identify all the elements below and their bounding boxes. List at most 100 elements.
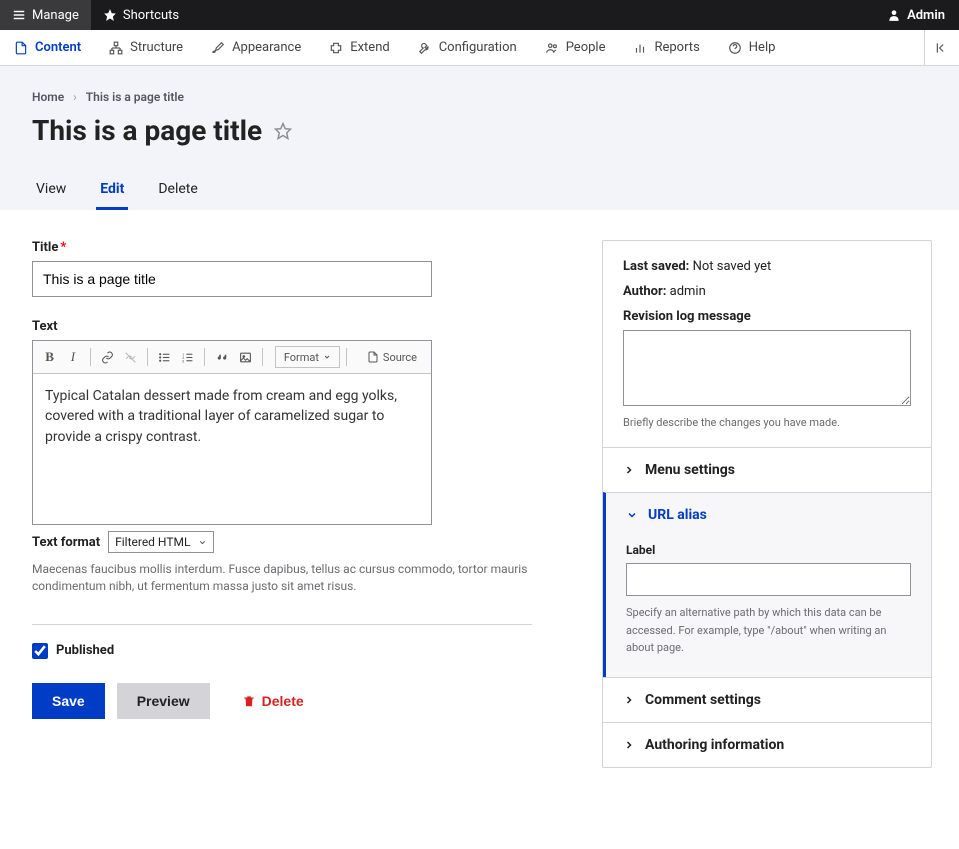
toolbar-bullet-list-button[interactable] (154, 345, 175, 369)
adminbar-configuration[interactable]: Configuration (404, 30, 531, 65)
source-icon (367, 351, 379, 363)
revision-textarea[interactable] (623, 330, 911, 406)
adminbar-structure[interactable]: Structure (95, 30, 197, 65)
published-checkbox-row[interactable]: Published (32, 643, 562, 659)
blockquote-icon (216, 351, 229, 364)
form-divider (32, 624, 532, 625)
adminbar: Content Structure Appearance Extend Conf… (0, 30, 959, 66)
accordion-authoring-info: Authoring information (603, 722, 931, 767)
wysiwyg-editor: B I 123 (32, 340, 432, 525)
add-to-shortcuts-button[interactable] (274, 122, 292, 140)
star-outline-icon (274, 122, 292, 140)
adminbar-configuration-label: Configuration (439, 40, 517, 55)
topbar-user[interactable]: Admin (873, 8, 959, 23)
accordion-url-alias-body: Label Specify an alternative path by whi… (606, 537, 931, 677)
structure-icon (109, 41, 123, 55)
toolbar-image-button[interactable] (235, 345, 256, 369)
svg-text:3: 3 (182, 358, 184, 363)
accordion-menu-settings: Menu settings (603, 447, 931, 492)
published-label: Published (56, 643, 114, 658)
adminbar-help-label: Help (749, 40, 776, 55)
bullet-list-icon (158, 351, 171, 364)
accordion-comment-settings-header[interactable]: Comment settings (603, 678, 931, 722)
adminbar-extend-label: Extend (350, 40, 390, 55)
adminbar-help[interactable]: Help (714, 30, 790, 65)
title-input[interactable] (32, 261, 432, 297)
edit-form: Title* Text B I (32, 240, 562, 719)
breadcrumb-home[interactable]: Home (32, 90, 64, 104)
sidebar: Last saved: Not saved yet Author: admin … (602, 240, 932, 768)
text-label: Text (32, 319, 562, 334)
toolbar-link-button[interactable] (96, 345, 117, 369)
main-content: Title* Text B I (0, 210, 959, 798)
user-icon (887, 8, 901, 22)
last-saved-value: Not saved yet (693, 259, 772, 274)
adminbar-reports[interactable]: Reports (619, 30, 713, 65)
chevron-right-icon (623, 694, 635, 706)
unlink-icon (124, 351, 137, 364)
topbar-user-label: Admin (907, 8, 945, 23)
url-alias-field-label: Label (626, 543, 911, 557)
editor-toolbar: B I 123 (33, 341, 431, 374)
delete-button[interactable]: Delete (222, 683, 324, 719)
toolbar-blockquote-button[interactable] (211, 345, 232, 369)
breadcrumb-current: This is a page title (86, 90, 184, 104)
accordion-url-alias-header[interactable]: URL alias (606, 493, 931, 537)
url-alias-input[interactable] (626, 563, 911, 596)
toolbar-unlink-button[interactable] (120, 345, 141, 369)
toolbar-numbered-list-button[interactable]: 123 (177, 345, 198, 369)
adminbar-appearance-label: Appearance (232, 40, 301, 55)
toolbar-italic-button[interactable]: I (62, 345, 83, 369)
page-title: This is a page title (32, 114, 262, 147)
sidebar-meta: Last saved: Not saved yet Author: admin … (603, 241, 931, 447)
revision-label: Revision log message (623, 309, 911, 324)
accordion-authoring-info-header[interactable]: Authoring information (603, 723, 931, 767)
topbar-manage-label: Manage (32, 8, 79, 23)
toolbar-format-dropdown[interactable]: Format (275, 346, 340, 368)
topbar-shortcuts-label: Shortcuts (123, 8, 179, 23)
author-value: admin (670, 284, 706, 299)
chevron-down-icon (198, 538, 207, 547)
tab-view[interactable]: View (32, 171, 70, 210)
bar-chart-icon (633, 41, 647, 55)
people-icon (545, 41, 559, 55)
adminbar-orientation-toggle[interactable] (924, 30, 959, 65)
url-alias-description: Specify an alternative path by which thi… (626, 604, 911, 657)
adminbar-structure-label: Structure (130, 40, 183, 55)
tab-delete[interactable]: Delete (154, 171, 201, 210)
breadcrumb-separator: › (73, 90, 77, 104)
accordion-menu-settings-header[interactable]: Menu settings (603, 448, 931, 492)
text-field-group: Text B I 123 (32, 319, 562, 596)
adminbar-reports-label: Reports (654, 40, 699, 55)
trash-icon (242, 694, 256, 708)
adminbar-appearance[interactable]: Appearance (197, 30, 315, 65)
chevron-down-icon (626, 509, 638, 521)
chevron-right-icon (623, 464, 635, 476)
chevron-down-icon (323, 353, 331, 361)
editor-body[interactable]: Typical Catalan dessert made from cream … (33, 374, 431, 524)
header-zone: Home › This is a page title This is a pa… (0, 66, 959, 210)
author-label: Author: (623, 284, 666, 299)
numbered-list-icon: 123 (181, 351, 194, 364)
adminbar-people[interactable]: People (531, 30, 620, 65)
adminbar-content-label: Content (35, 40, 81, 55)
text-format-select[interactable]: Filtered HTML (108, 531, 214, 553)
adminbar-content[interactable]: Content (0, 30, 95, 65)
link-icon (101, 351, 114, 364)
accordion-comment-settings: Comment settings (603, 677, 931, 722)
topbar-manage[interactable]: Manage (0, 0, 91, 30)
tab-edit[interactable]: Edit (96, 171, 128, 210)
preview-button[interactable]: Preview (117, 683, 210, 719)
topbar-shortcuts[interactable]: Shortcuts (91, 0, 191, 30)
adminbar-extend[interactable]: Extend (315, 30, 404, 65)
image-icon (239, 351, 252, 364)
document-icon (14, 41, 28, 55)
save-button[interactable]: Save (32, 683, 105, 719)
published-checkbox[interactable] (32, 643, 48, 659)
topbar: Manage Shortcuts Admin (0, 0, 959, 30)
toolbar-source-button[interactable]: Source (359, 346, 425, 368)
title-label: Title* (32, 240, 562, 255)
toolbar-bold-button[interactable]: B (39, 345, 60, 369)
form-actions: Save Preview Delete (32, 683, 562, 719)
required-marker: * (60, 240, 66, 255)
